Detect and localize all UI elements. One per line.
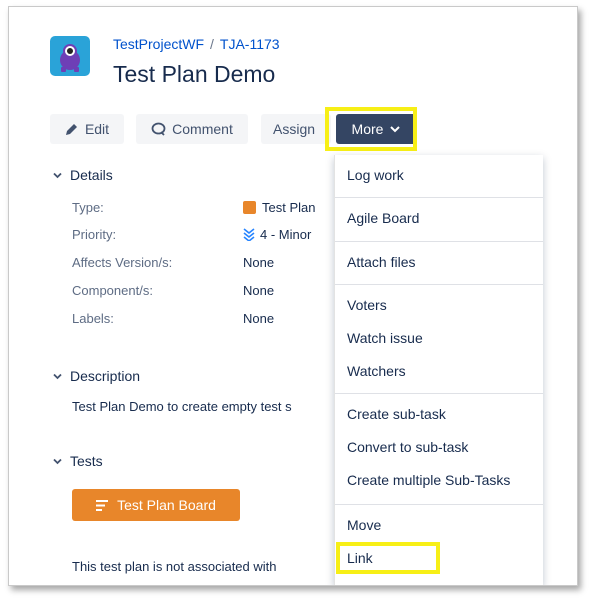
breadcrumb-issue-link[interactable]: TJA-1173 — [220, 36, 280, 52]
test-plan-board-button[interactable]: Test Plan Board — [72, 489, 240, 521]
highlight-link-menu-item — [336, 542, 440, 574]
tests-section-toggle[interactable]: Tests — [53, 453, 103, 469]
priority-minor-icon — [243, 228, 255, 241]
menu-item-log-work[interactable]: Log work — [347, 167, 404, 183]
field-value-affects-versions: None — [243, 255, 275, 270]
comment-button-label: Comment — [172, 121, 233, 137]
menu-item-voters[interactable]: Voters — [347, 297, 387, 313]
breadcrumb-project-link[interactable]: TestProjectWF — [113, 36, 204, 52]
test-plan-board-label: Test Plan Board — [117, 497, 216, 513]
menu-divider — [335, 504, 543, 505]
details-heading: Details — [70, 167, 113, 183]
issue-view: TestProjectWF / TJA-1173 Test Plan Demo Ed… — [8, 6, 578, 586]
comment-icon — [151, 122, 166, 136]
field-value-components: None — [243, 283, 275, 298]
page-title: Test Plan Demo — [113, 61, 276, 87]
comment-button[interactable]: Comment — [136, 114, 248, 144]
menu-item-create-sub-task[interactable]: Create sub-task — [347, 406, 446, 422]
field-label-priority: Priority: — [72, 227, 117, 242]
type-value-text: Test Plan — [262, 200, 316, 215]
chevron-down-icon — [53, 458, 62, 464]
tests-heading: Tests — [70, 453, 103, 469]
edit-button[interactable]: Edit — [50, 114, 124, 144]
avatar-pupil — [67, 48, 73, 54]
details-section-toggle[interactable]: Details — [53, 167, 113, 183]
menu-divider — [335, 393, 543, 394]
assign-button-label: Assign — [273, 121, 316, 137]
description-heading: Description — [70, 368, 141, 384]
description-section-toggle[interactable]: Description — [53, 368, 140, 384]
menu-item-agile-board[interactable]: Agile Board — [347, 210, 419, 226]
pencil-icon — [65, 124, 77, 135]
project-avatar[interactable] — [50, 36, 90, 76]
menu-item-watchers[interactable]: Watchers — [347, 363, 406, 379]
menu-item-move[interactable]: Move — [347, 517, 381, 533]
assign-button[interactable]: Assign — [261, 114, 331, 144]
menu-divider — [335, 197, 543, 198]
priority-value-text: 4 - Minor — [260, 227, 312, 242]
more-dropdown-menu: Log work Agile Board Attach files Voters… — [334, 155, 543, 585]
field-value-priority: 4 - Minor — [243, 227, 311, 242]
edit-button-label: Edit — [84, 121, 110, 137]
menu-divider — [335, 284, 543, 285]
chevron-down-icon — [53, 172, 62, 178]
field-value-type: Test Plan — [243, 200, 315, 215]
field-label-type: Type: — [72, 200, 104, 215]
field-value-labels: None — [243, 311, 275, 326]
description-text: Test Plan Demo to create empty test s — [72, 399, 292, 414]
chevron-down-icon — [53, 373, 62, 379]
tests-note: This test plan is not associated with — [72, 559, 277, 574]
breadcrumb: TestProjectWF / TJA-1173 — [113, 36, 280, 52]
breadcrumb-separator: / — [210, 36, 214, 52]
menu-item-convert-to-sub-task[interactable]: Convert to sub-task — [347, 439, 468, 455]
menu-item-create-multiple-sub-tasks[interactable]: Create multiple Sub-Tasks — [347, 472, 510, 488]
menu-item-attach-files[interactable]: Attach files — [347, 254, 415, 270]
field-label-labels: Labels: — [72, 311, 114, 326]
board-icon — [96, 499, 109, 511]
test-plan-type-icon — [243, 201, 256, 214]
highlight-more-button — [325, 107, 417, 151]
field-label-affects-versions: Affects Version/s: — [72, 255, 173, 270]
menu-item-watch-issue[interactable]: Watch issue — [347, 330, 423, 346]
field-label-components: Component/s: — [72, 283, 153, 298]
menu-divider — [335, 241, 543, 242]
